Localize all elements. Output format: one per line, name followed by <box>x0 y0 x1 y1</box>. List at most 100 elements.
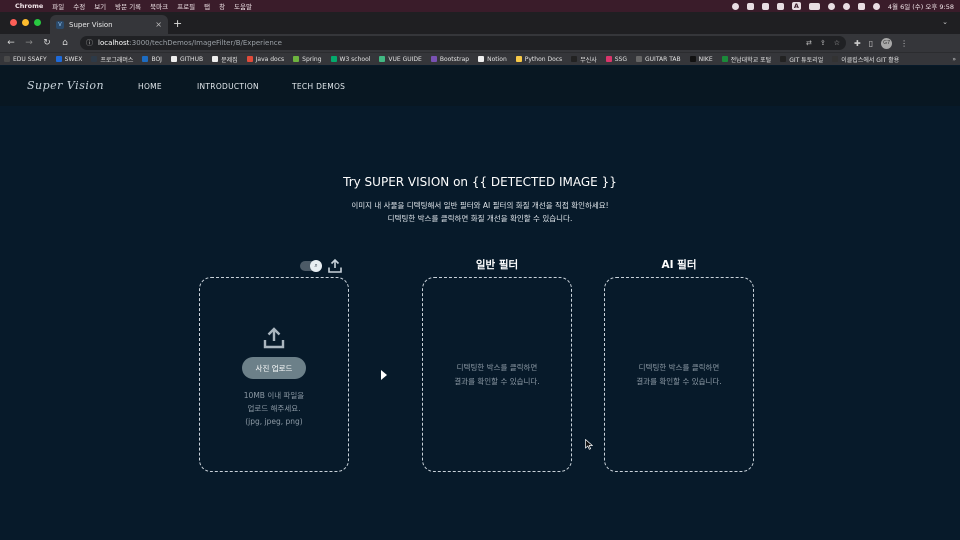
bookmark-item[interactable]: 프로그래머스 <box>91 55 133 64</box>
play-arrow-icon <box>381 370 387 380</box>
menu-window[interactable]: 창 <box>219 1 225 11</box>
normal-placeholder-line1: 디텍팅한 박스를 클릭하면 <box>456 363 538 372</box>
bookmark-label: Java docs <box>255 55 285 63</box>
bookmark-item[interactable]: SWEX <box>55 56 82 63</box>
bookmark-label: BOJ <box>151 55 162 63</box>
new-tab-button[interactable]: + <box>173 17 182 30</box>
bookmark-favicon-icon <box>571 56 578 62</box>
siri-icon[interactable] <box>872 2 880 10</box>
menubar-clock[interactable]: 4월 6일 (수) 오후 9:58 <box>888 1 954 11</box>
bookmark-item[interactable]: GUITAR TAB <box>636 56 681 63</box>
forward-button[interactable]: → <box>24 38 34 48</box>
home-button[interactable]: ⌂ <box>60 38 70 48</box>
menu-profiles[interactable]: 프로필 <box>177 1 195 11</box>
ai-filter-result-box[interactable]: 디텍팅한 박스를 클릭하면 결과를 확인할 수 있습니다. <box>604 277 754 472</box>
bookmarks-overflow-icon[interactable]: » <box>952 56 956 63</box>
menu-tab[interactable]: 탭 <box>204 1 210 11</box>
bookmark-label: 무신사 <box>580 56 597 64</box>
normal-filter-result-box[interactable]: 디텍팅한 박스를 클릭하면 결과를 확인할 수 있습니다. <box>422 277 572 472</box>
back-button[interactable]: ← <box>6 38 16 48</box>
tab-search-chevron-icon[interactable]: ⌄ <box>942 18 948 26</box>
menu-bookmarks[interactable]: 북마크 <box>150 1 168 11</box>
fullscreen-window-button[interactable] <box>34 19 41 26</box>
bookmark-item[interactable]: BOJ <box>142 56 162 63</box>
address-bar[interactable]: ⓘ localhost:3000/techDemos/ImageFilter/B… <box>80 36 846 50</box>
bell-icon[interactable] <box>761 2 769 10</box>
bookmark-favicon-icon <box>170 56 177 62</box>
page-subtitle-line1: 이미지 내 사물을 디텍팅해서 일반 필터와 AI 필터의 화질 개선을 직접 … <box>351 201 609 210</box>
bookmark-item[interactable]: 전남대학교 포털 <box>721 55 772 64</box>
upload-icon[interactable] <box>327 258 343 274</box>
side-panel-icon[interactable]: ▯ <box>869 39 873 48</box>
ai-placeholder-line1: 디텍팅한 박스를 클릭하면 <box>638 363 720 372</box>
page-subtitle-line2: 디텍팅한 박스를 클릭하면 화질 개선을 확인할 수 있습니다. <box>387 214 573 223</box>
nav-introduction[interactable]: INTRODUCTION <box>197 82 259 91</box>
bookmark-item[interactable]: Bootstrap <box>430 56 469 63</box>
bookmark-item[interactable]: 이클립스에서 GIT 활용 <box>832 55 899 64</box>
bookmark-item[interactable]: Java docs <box>246 55 285 63</box>
bookmark-item[interactable]: Spring <box>293 56 322 63</box>
bookmark-item[interactable]: SSG <box>605 56 627 63</box>
site-info-icon[interactable]: ⓘ <box>86 38 93 48</box>
reload-button[interactable]: ↻ <box>42 38 52 48</box>
tab-super-vision[interactable]: V Super Vision × <box>50 15 168 34</box>
close-window-button[interactable] <box>10 19 17 26</box>
menu-view[interactable]: 보기 <box>94 1 106 11</box>
battery-icon[interactable] <box>808 2 820 10</box>
site-logo[interactable]: Super Vision <box>27 79 104 92</box>
bookmark-favicon-icon <box>605 56 612 62</box>
url-host: localhost <box>98 39 130 47</box>
bookmark-favicon-icon <box>4 56 10 62</box>
bookmarks-bar: EDU SSAFY SWEX 프로그래머스 BOJ GITHUB 문제집 Java docs… <box>0 52 960 65</box>
browser-menu-icon[interactable]: ⋮ <box>900 39 908 48</box>
extensions-icon[interactable]: ✚ <box>854 39 861 48</box>
control-center-icon[interactable] <box>857 2 865 10</box>
share-icon[interactable]: ⇪ <box>820 39 826 47</box>
nav-tech-demos[interactable]: TECH DEMOS <box>292 82 345 91</box>
bookmark-item[interactable]: 무신사 <box>571 55 597 64</box>
bookmark-label: 전남대학교 포털 <box>730 56 772 64</box>
bookmark-label: 이클립스에서 GIT 활용 <box>841 56 900 64</box>
bookmark-star-icon[interactable]: ☆ <box>834 39 840 47</box>
spotlight-search-icon[interactable] <box>842 2 850 10</box>
bookmark-item[interactable]: W3 school <box>330 56 370 63</box>
upload-note-line2: 업로드 해주세요. <box>247 404 301 413</box>
menu-history[interactable]: 방문 기록 <box>115 1 141 11</box>
bookmark-item[interactable]: EDU SSAFY <box>4 56 47 63</box>
bookmark-label: GUITAR TAB <box>645 55 681 63</box>
profile-avatar[interactable]: G7 <box>881 37 893 49</box>
close-tab-icon[interactable]: × <box>155 20 162 29</box>
upload-dropzone[interactable]: 사진 업로드 10MB 이내 파일을 업로드 해주세요. (jpg, jpeg,… <box>199 277 349 472</box>
browser-toolbar: ← → ↻ ⌂ ⓘ localhost:3000/techDemos/Image… <box>0 34 960 52</box>
bookmark-item[interactable]: GIT 튜토리얼 <box>780 55 823 64</box>
bookmark-favicon-icon <box>330 56 337 62</box>
bookmark-favicon-icon <box>478 56 485 62</box>
bookmark-item[interactable]: GITHUB <box>170 56 203 63</box>
bookmark-item[interactable]: Notion <box>478 56 507 63</box>
bookmark-label: NIKE <box>698 55 713 63</box>
ai-placeholder-line2: 결과를 확인할 수 있습니다. <box>636 377 722 386</box>
wifi-icon[interactable] <box>827 2 835 10</box>
bookmark-label: EDU SSAFY <box>13 55 47 63</box>
extension-status-icon[interactable] <box>746 2 754 10</box>
page-title: Try SUPER VISION on {{ DETECTED IMAGE }} <box>343 175 617 189</box>
bluetooth-icon[interactable] <box>776 2 784 10</box>
bookmark-item[interactable]: VUE GUIDE <box>379 56 422 63</box>
menu-file[interactable]: 파일 <box>52 1 64 11</box>
bookmark-item[interactable]: Python Docs <box>515 56 562 63</box>
menu-help[interactable]: 도움말 <box>234 1 252 11</box>
search-icon: ⌕ <box>310 260 322 272</box>
translate-icon[interactable]: ⇄ <box>806 39 812 47</box>
nav-home[interactable]: HOME <box>138 82 162 91</box>
app-menu[interactable]: Chrome <box>15 2 43 10</box>
bookmark-item[interactable]: NIKE <box>689 55 713 63</box>
bookmark-item[interactable]: 문제집 <box>212 55 238 64</box>
detect-toggle[interactable]: ⌕ <box>300 260 322 272</box>
bookmark-label: GIT 튜토리얼 <box>789 56 824 64</box>
photo-upload-button[interactable]: 사진 업로드 <box>242 357 306 379</box>
menu-edit[interactable]: 수정 <box>73 1 85 11</box>
input-source-indicator[interactable]: A <box>791 2 801 10</box>
record-icon[interactable] <box>731 2 739 10</box>
minimize-window-button[interactable] <box>22 19 29 26</box>
ai-filter-title: AI 필터 <box>661 259 697 271</box>
